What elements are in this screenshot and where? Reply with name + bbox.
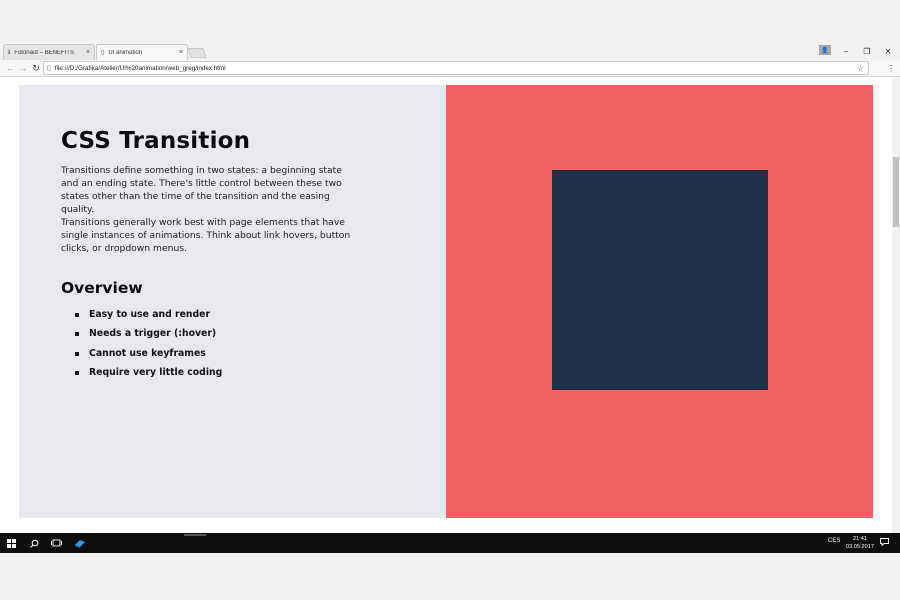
usage-paragraph: Transitions generally work best with pag… xyxy=(61,217,351,254)
url-text: file:///D:/Grafika/Atelier/UI%20animatio… xyxy=(54,64,226,72)
back-button[interactable]: ← xyxy=(4,61,16,75)
new-tab-button[interactable] xyxy=(187,48,207,58)
language-indicator[interactable]: CES xyxy=(828,538,840,544)
tab-label: Fotonaut – BENEFITS xyxy=(14,49,74,56)
address-bar[interactable]: ▯ file:///D:/Grafika/Atelier/UI%20animat… xyxy=(43,61,869,75)
close-window-button[interactable]: ✕ xyxy=(878,44,898,58)
app-icon[interactable] xyxy=(73,535,87,551)
tab-label: UI animation xyxy=(108,49,142,56)
page-title: CSS Transition xyxy=(61,128,251,154)
clock-time: 21:41 xyxy=(853,536,867,542)
intro-paragraph: Transitions define something in two stat… xyxy=(61,165,342,215)
page-icon: ▯ xyxy=(47,65,51,72)
maximize-button[interactable]: ❐ xyxy=(857,44,877,58)
notification-icon[interactable] xyxy=(880,537,889,546)
tab-ui-animation[interactable]: ▯ UI animation × xyxy=(96,44,188,60)
star-icon[interactable]: ☆ xyxy=(857,64,864,73)
list-item: Require very little coding xyxy=(89,367,223,378)
scrollbar-thumb[interactable] xyxy=(893,157,899,227)
scrollbar[interactable] xyxy=(892,77,900,533)
forward-button[interactable]: → xyxy=(17,61,29,75)
browser-menu-button[interactable]: ⋮ xyxy=(886,61,896,75)
taskbar xyxy=(0,533,900,553)
bullet-marker xyxy=(75,332,79,336)
profile-icon[interactable]: 👤 xyxy=(819,45,831,55)
clock-date: 03.05.2017 xyxy=(846,544,874,550)
page-icon: ▯ xyxy=(101,50,105,56)
clock[interactable]: 21:41 03.05.2017 xyxy=(846,535,874,551)
close-icon[interactable]: × xyxy=(179,49,183,56)
taskbar-indicator xyxy=(184,534,206,536)
windows-start-icon[interactable] xyxy=(4,535,18,551)
bullet-marker xyxy=(75,352,79,356)
list-item: Needs a trigger (:hover) xyxy=(89,328,217,339)
close-icon[interactable]: × xyxy=(86,49,90,56)
task-view-icon[interactable] xyxy=(49,535,63,551)
bullet-marker xyxy=(75,371,79,375)
minimize-button[interactable]: – xyxy=(836,44,856,58)
search-icon[interactable] xyxy=(27,535,41,551)
reload-button[interactable]: ↻ xyxy=(30,61,42,75)
info-icon: ℹ xyxy=(8,50,11,56)
tab-fotonaut[interactable]: ℹ Fotonaut – BENEFITS × xyxy=(3,44,95,60)
overview-heading: Overview xyxy=(61,279,143,297)
bullet-marker xyxy=(75,313,79,317)
list-item: Cannot use keyframes xyxy=(89,348,206,359)
list-item: Easy to use and render xyxy=(89,309,211,320)
transition-demo-square[interactable] xyxy=(552,170,768,390)
